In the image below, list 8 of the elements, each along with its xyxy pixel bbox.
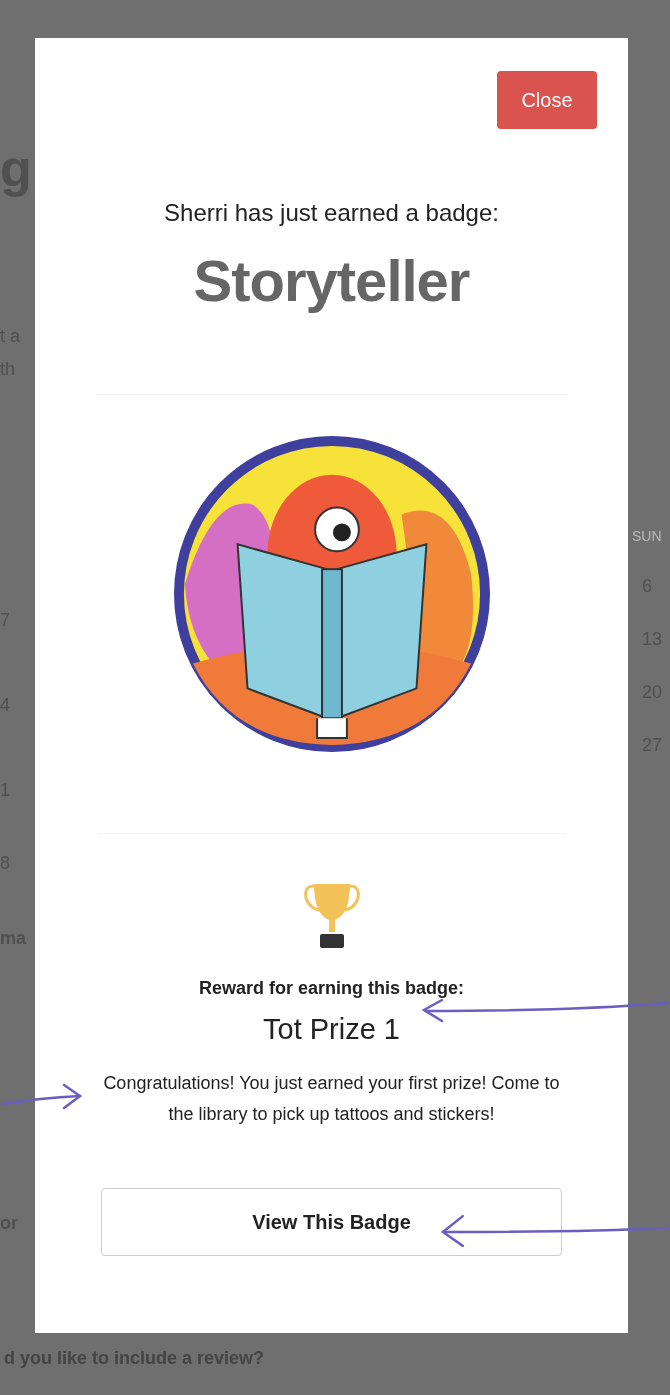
reward-name: Tot Prize 1 (263, 1013, 400, 1046)
calendar-day-header: SUN (631, 528, 663, 544)
view-badge-button[interactable]: View This Badge (101, 1188, 562, 1256)
badge-heading: Sherri has just earned a badge: (164, 199, 499, 227)
reward-message: Congratulations! You just earned your first prize! Come to the library to pick up tattoos and stickers! (102, 1072, 561, 1126)
close-button[interactable]: Close (497, 71, 597, 129)
reward-label: Reward for earning this badge: (198, 978, 464, 999)
badge-title: Storyteller (193, 247, 470, 314)
